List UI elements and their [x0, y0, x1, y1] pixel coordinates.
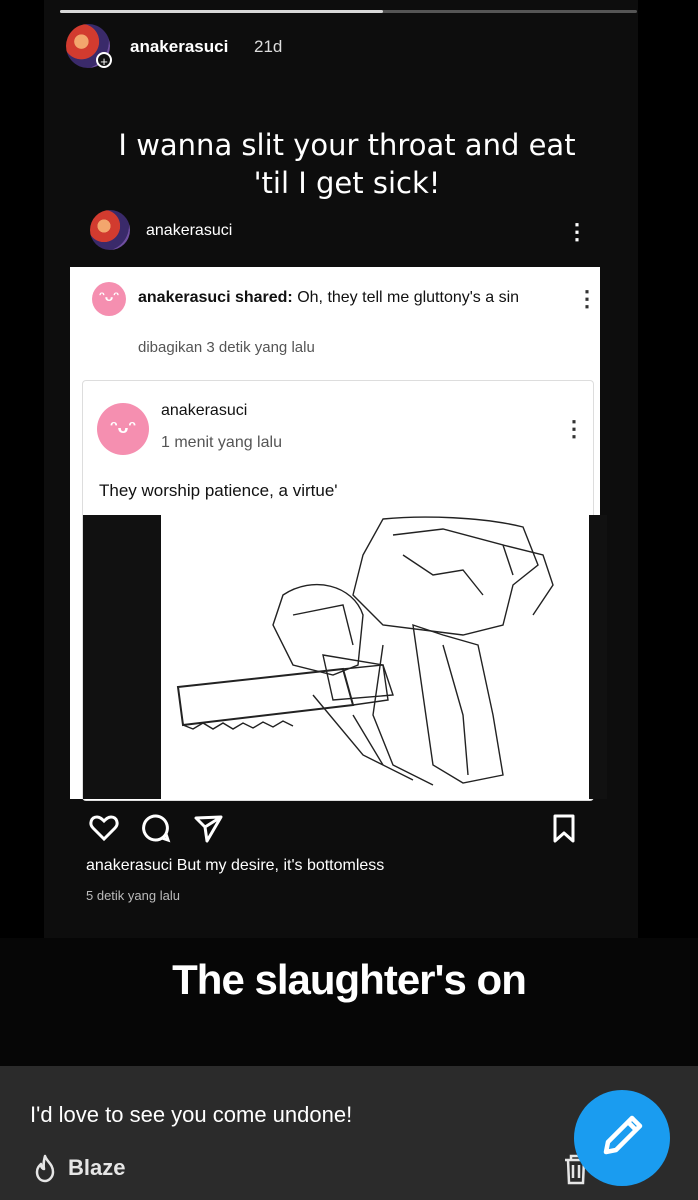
story-time: 21d: [254, 37, 283, 56]
story-top-caption: I wanna slit your throat and eat 'til I …: [118, 128, 576, 200]
shared-post-card: ᵔᴗᵔ anakerasuci shared: Oh, they tell me…: [70, 267, 607, 801]
inner-avatar[interactable]: ᵔᴗᵔ: [97, 403, 149, 455]
story-bottom-caption: The slaughter's on: [172, 956, 527, 1003]
shared-header: anakerasuci shared: Oh, they tell me glu…: [138, 287, 538, 308]
caption-time: 5 detik yang lalu: [86, 888, 180, 903]
shared-user[interactable]: anakerasuci shared:: [138, 289, 293, 306]
pencil-icon: [603, 1115, 643, 1155]
caption-text: But my desire, it's bottomless: [176, 857, 385, 874]
sketch-drawing: [176, 516, 554, 786]
story-progress-bar: [60, 10, 637, 13]
caption-username[interactable]: anakerasuci: [86, 857, 172, 874]
inner-more-menu[interactable]: ⋮: [563, 417, 585, 441]
heart-icon[interactable]: [88, 812, 120, 844]
shared-time: dibagikan 3 detik yang lalu: [138, 339, 315, 356]
post-avatar[interactable]: [90, 210, 130, 250]
inner-post-text: They worship patience, a virtue': [99, 481, 338, 500]
add-story-badge[interactable]: +: [96, 52, 112, 69]
shared-more-menu[interactable]: ⋮: [576, 287, 598, 311]
send-icon[interactable]: [192, 812, 224, 844]
post-username[interactable]: anakerasuci: [146, 222, 232, 240]
sketch-image: [83, 515, 607, 799]
blaze-label: Blaze: [68, 1155, 126, 1180]
panel-caption: I'd love to see you come undone!: [30, 1102, 353, 1127]
flame-icon: [35, 1154, 55, 1183]
inner-post-card: ᵔᴗᵔ anakerasuci 1 menit yang lalu ⋮ They…: [82, 380, 607, 801]
inner-username[interactable]: anakerasuci: [161, 402, 247, 420]
shared-avatar[interactable]: ᵔᴗᵔ: [92, 282, 126, 316]
bookmark-icon[interactable]: [548, 812, 580, 844]
shared-text: Oh, they tell me gluttony's a sin: [297, 289, 520, 306]
comment-icon[interactable]: [140, 812, 172, 844]
edit-button[interactable]: [574, 1090, 670, 1186]
inner-time: 1 menit yang lalu: [161, 434, 282, 451]
story-username[interactable]: anakerasuci: [130, 37, 228, 57]
blaze-button[interactable]: Blaze: [30, 1153, 125, 1183]
post-more-menu[interactable]: ⋮: [566, 220, 588, 244]
post-caption: anakerasuci But my desire, it's bottomle…: [86, 857, 384, 875]
story-progress-fill: [60, 10, 384, 13]
